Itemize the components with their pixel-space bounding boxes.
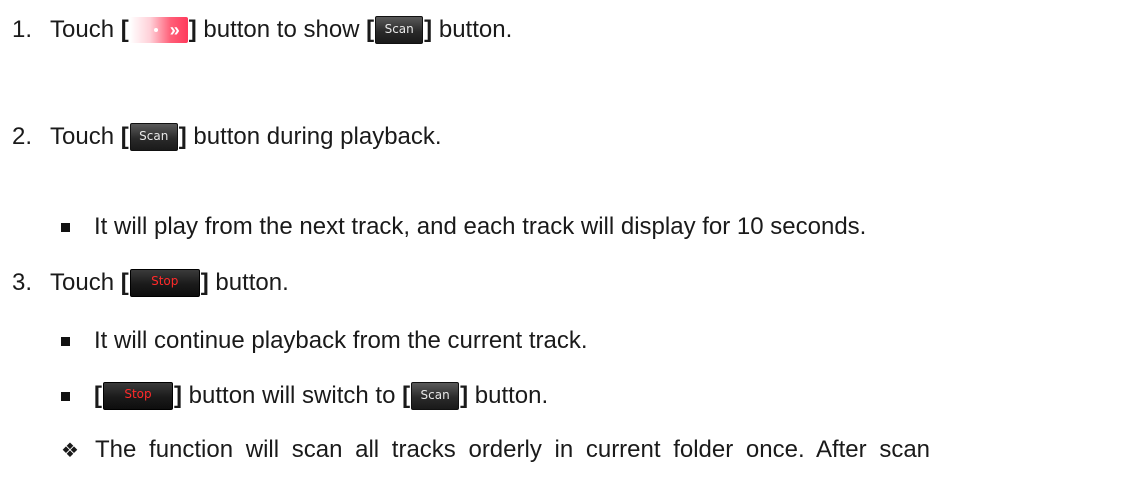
step-text: Touch [50,16,115,43]
scan-button-image: Scan [411,382,460,410]
stop-button-image: Stop [129,269,200,297]
step-text: Touch [50,123,115,150]
bullet-text: It will play from the next track, and ea… [94,213,867,240]
step-number: 3. [12,269,33,296]
double-chevron-right-icon: » [169,20,180,40]
scan-button-image: Scan [129,123,178,151]
bracket-open: [ [120,123,129,150]
step-text: button during playback. [186,123,442,150]
bracket-open: [ [402,382,411,409]
note: ❖ The function will scan all tracks orde… [61,433,930,467]
step-text: Touch [50,269,115,296]
square-bullet-icon [61,336,70,346]
bullet-text: button will switch to [182,382,403,409]
bullet-item: It will continue playback from the curre… [61,324,588,358]
step-number: 1. [12,16,33,43]
note-text: The function will scan all tracks orderl… [95,436,931,463]
step-3: 3. Touch [ Stop ] button. [12,266,289,300]
step-1: 1. Touch [ » ] button to show [ Scan ] b… [12,13,512,47]
bracket-open: [ [120,16,129,43]
step-text: button. [432,16,513,43]
step-2: 2. Touch [ Scan ] button during playback… [12,120,442,154]
square-bullet-icon [61,222,70,232]
diamond-bullet-icon: ❖ [61,439,79,462]
bullet-item: It will play from the next track, and ea… [61,210,866,244]
bracket-open: [ [120,269,129,296]
step-text: button to show [196,16,367,43]
bracket-close: ] [200,269,209,296]
dot-icon [153,28,158,32]
bullet-item: [ Stop ] button will switch to [ Scan ] … [61,379,548,413]
bracket-close: ] [460,382,469,409]
next-arrow-button: » [129,17,188,43]
bracket-close: ] [174,382,182,409]
scan-button-image: Scan [375,16,424,44]
square-bullet-icon [61,391,70,401]
step-number: 2. [12,123,33,150]
bullet-text: button. [468,382,549,409]
bracket-close: ] [188,16,197,43]
step-text: button. [208,269,289,296]
bracket-open: [ [366,16,375,43]
bullet-text: It will continue playback from the curre… [94,327,588,354]
bracket-close: ] [178,123,187,150]
bracket-close: ] [424,16,433,43]
stop-button-image: Stop [103,382,173,410]
bracket-open: [ [94,382,102,409]
